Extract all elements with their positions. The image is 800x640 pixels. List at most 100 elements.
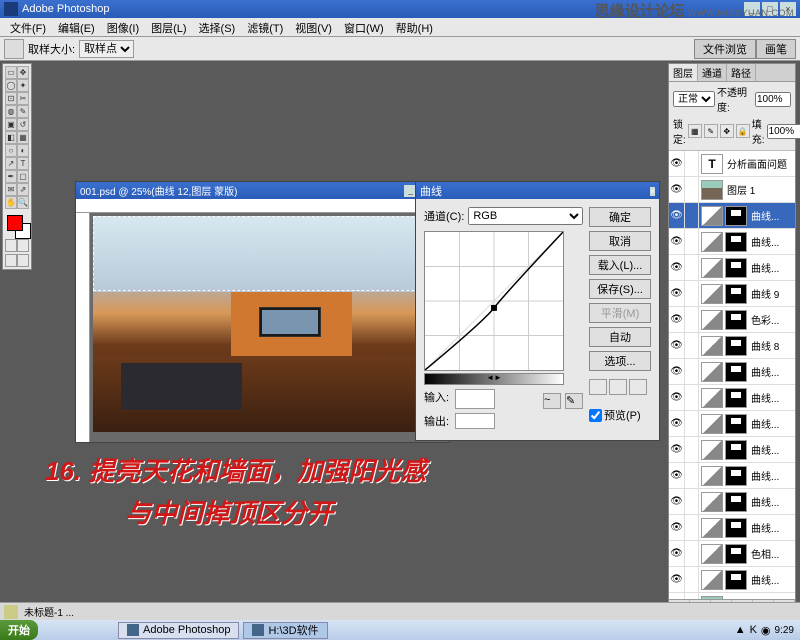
visibility-icon[interactable]: 👁	[669, 541, 685, 566]
layer-name[interactable]: 曲线 8	[749, 338, 795, 353]
task-photoshop[interactable]: Adobe Photoshop	[118, 622, 239, 639]
layer-thumbnail[interactable]	[701, 180, 723, 200]
link-cell[interactable]	[685, 489, 699, 514]
menu-help[interactable]: 帮助(H)	[390, 18, 439, 36]
tab-channels[interactable]: 通道	[698, 64, 727, 81]
ql-icon-2[interactable]	[60, 622, 76, 638]
visibility-icon[interactable]: 👁	[669, 567, 685, 592]
layer-thumbnail[interactable]	[701, 310, 723, 330]
color-swatches[interactable]	[5, 213, 29, 237]
layer-item[interactable]: 👁T分析画面问题	[669, 151, 795, 177]
layer-item[interactable]: 👁色彩...	[669, 307, 795, 333]
layer-name[interactable]: 曲线...	[749, 494, 795, 509]
layer-name[interactable]: 曲线...	[749, 416, 795, 431]
link-cell[interactable]	[685, 151, 699, 176]
layer-name[interactable]: 分析画面问题	[725, 156, 795, 171]
visibility-icon[interactable]: 👁	[669, 203, 685, 228]
tab-paths[interactable]: 路径	[727, 64, 756, 81]
layer-thumbnail[interactable]	[701, 492, 723, 512]
layer-name[interactable]: 曲线 9	[749, 286, 795, 301]
layer-thumbnail[interactable]	[701, 544, 723, 564]
layer-name[interactable]: 曲线...	[749, 208, 795, 223]
visibility-icon[interactable]: 👁	[669, 385, 685, 410]
curve-tool-pencil[interactable]: ✎	[565, 393, 583, 409]
ql-icon-4[interactable]	[96, 622, 112, 638]
tool-move[interactable]: ✥	[17, 66, 29, 79]
layer-mask-thumbnail[interactable]	[725, 206, 747, 226]
layer-mask-thumbnail[interactable]	[725, 310, 747, 330]
layer-thumbnail[interactable]	[701, 336, 723, 356]
link-cell[interactable]	[685, 359, 699, 384]
layer-mask-thumbnail[interactable]	[725, 362, 747, 382]
layer-name[interactable]: 曲线...	[749, 442, 795, 457]
layer-item[interactable]: 👁 曲线...	[669, 437, 795, 463]
doc-tab-label[interactable]: 未标题-1 ...	[24, 604, 74, 619]
layer-mask-thumbnail[interactable]	[725, 388, 747, 408]
layer-mask-thumbnail[interactable]	[725, 544, 747, 564]
link-cell[interactable]	[685, 229, 699, 254]
visibility-icon[interactable]: 👁	[669, 437, 685, 462]
layer-name[interactable]: 图层 1	[725, 182, 795, 197]
layer-thumbnail[interactable]: T	[701, 154, 723, 174]
tool-shape[interactable]: ▢	[17, 170, 29, 183]
auto-button[interactable]: 自动	[589, 327, 651, 347]
output-value[interactable]	[455, 413, 495, 429]
layer-name[interactable]: 曲线...	[749, 234, 795, 249]
layer-item[interactable]: 👁 曲线...	[669, 359, 795, 385]
layer-name[interactable]: 曲线...	[749, 572, 795, 587]
layer-thumbnail[interactable]	[701, 466, 723, 486]
layer-thumbnail[interactable]	[701, 258, 723, 278]
load-button[interactable]: 载入(L)...	[589, 255, 651, 275]
visibility-icon[interactable]: 👁	[669, 411, 685, 436]
opacity-input[interactable]	[755, 92, 791, 107]
menu-select[interactable]: 选择(S)	[193, 18, 242, 36]
layer-mask-thumbnail[interactable]	[725, 414, 747, 434]
tool-brush[interactable]: ✎	[17, 105, 29, 118]
layer-mask-thumbnail[interactable]	[725, 440, 747, 460]
layer-item[interactable]: 👁曲线...	[669, 489, 795, 515]
layer-thumbnail[interactable]	[701, 440, 723, 460]
document-titlebar[interactable]: 001.psd @ 25%(曲线 12,图层 蒙版) _□×	[76, 182, 449, 199]
lock-transparency-icon[interactable]: ▦	[688, 124, 702, 138]
layer-name[interactable]: 曲线...	[749, 468, 795, 483]
tool-dodge[interactable]: ◐	[17, 144, 29, 157]
layer-name[interactable]: 色彩...	[749, 312, 795, 327]
link-cell[interactable]	[685, 203, 699, 228]
menu-file[interactable]: 文件(F)	[4, 18, 52, 36]
start-button[interactable]: 开始	[0, 620, 38, 640]
tool-marquee[interactable]: ▭	[5, 66, 17, 79]
tool-history[interactable]: ↺	[17, 118, 29, 131]
layer-mask-thumbnail[interactable]	[725, 466, 747, 486]
layer-name[interactable]: 曲线...	[749, 364, 795, 379]
channel-select[interactable]: RGB	[468, 207, 583, 225]
menu-edit[interactable]: 编辑(E)	[52, 18, 101, 36]
tool-path[interactable]: ↗	[5, 157, 17, 170]
menu-layer[interactable]: 图层(L)	[145, 18, 192, 36]
layer-thumbnail[interactable]	[701, 518, 723, 538]
ruler-vertical[interactable]	[76, 213, 90, 442]
screen-mode-2[interactable]	[17, 254, 29, 267]
layer-item[interactable]: 👁曲线...	[669, 255, 795, 281]
curves-close-button[interactable]: ×	[650, 187, 655, 196]
tool-lasso[interactable]: ◯	[5, 79, 17, 92]
layers-list[interactable]: 👁T分析画面问题👁图层 1👁曲线...👁曲线...👁曲线...👁曲线 9👁色彩.…	[669, 151, 795, 599]
standard-mode[interactable]	[5, 239, 17, 252]
preview-checkbox[interactable]: 预览(P)	[589, 407, 651, 423]
link-cell[interactable]	[685, 437, 699, 462]
layer-thumbnail[interactable]	[701, 206, 723, 226]
tool-crop[interactable]: ⊡	[5, 92, 17, 105]
tool-wand[interactable]: ✦	[17, 79, 29, 92]
visibility-icon[interactable]: 👁	[669, 359, 685, 384]
layer-item[interactable]: 👁 曲线...	[669, 567, 795, 593]
visibility-icon[interactable]: 👁	[669, 229, 685, 254]
visibility-icon[interactable]: 👁	[669, 463, 685, 488]
link-cell[interactable]	[685, 333, 699, 358]
layer-item[interactable]: 👁 曲线...	[669, 463, 795, 489]
link-cell[interactable]	[685, 463, 699, 488]
save-button[interactable]: 保存(S)...	[589, 279, 651, 299]
link-cell[interactable]	[685, 177, 699, 202]
lock-all-icon[interactable]: 🔒	[736, 124, 750, 138]
quickmask-mode[interactable]	[17, 239, 29, 252]
ok-button[interactable]: 确定	[589, 207, 651, 227]
layer-item[interactable]: 👁曲线...	[669, 515, 795, 541]
